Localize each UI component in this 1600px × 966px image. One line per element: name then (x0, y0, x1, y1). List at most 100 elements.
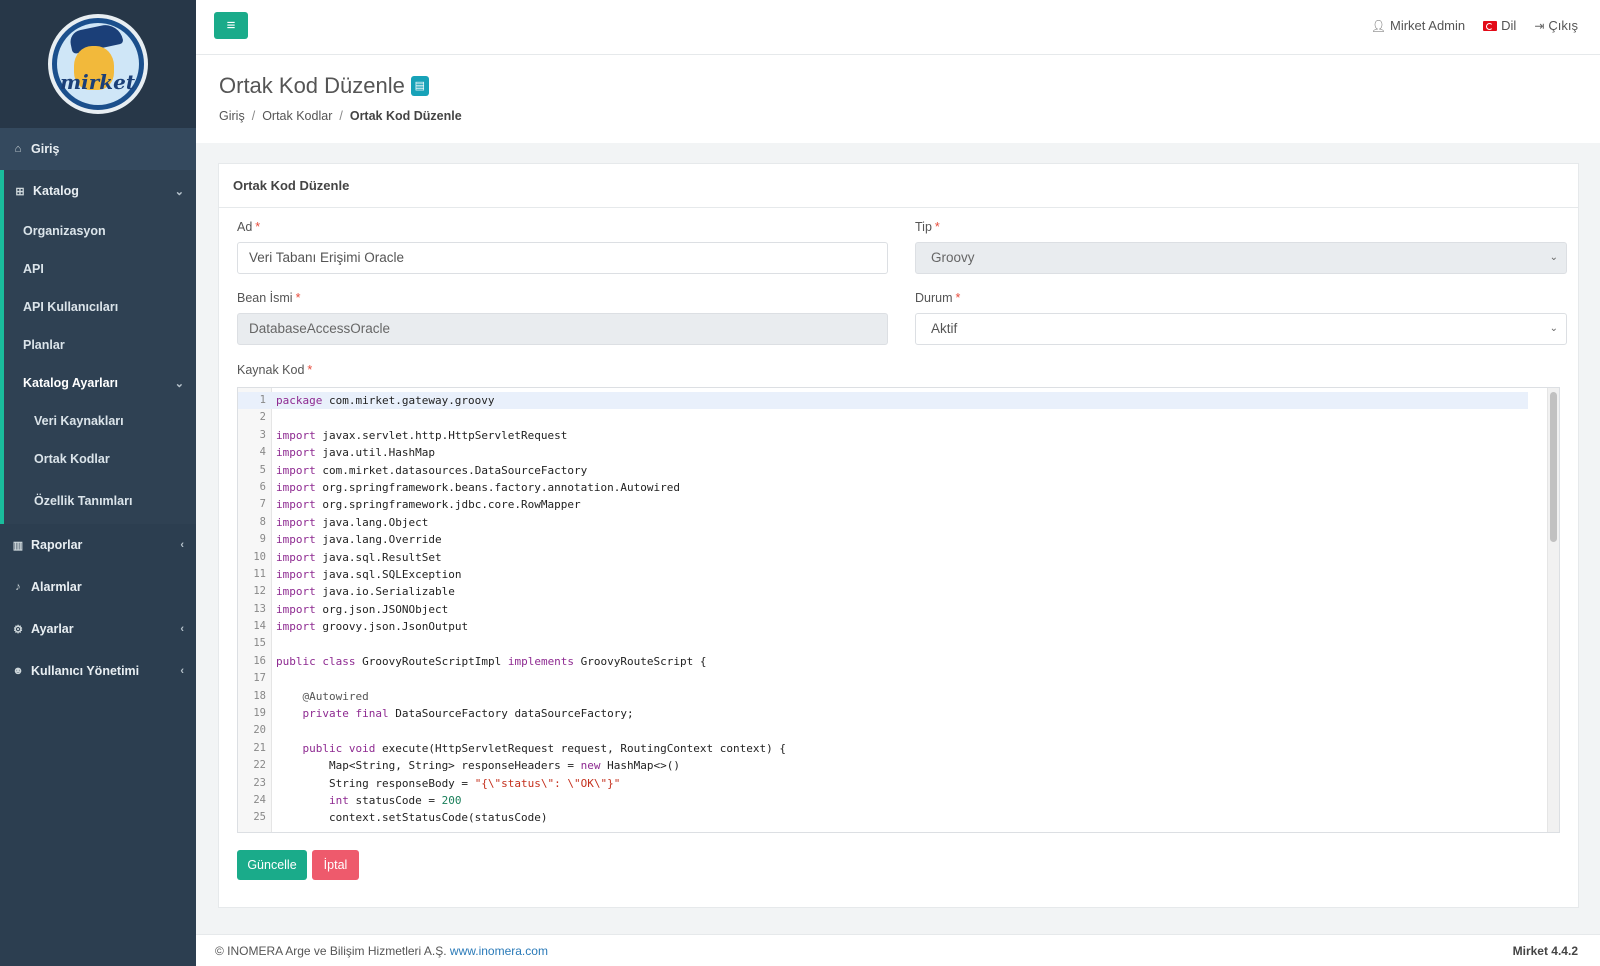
sidebar-item-label: Ayarlar (31, 622, 74, 636)
code-line[interactable]: 24 int statusCode = 200 (238, 792, 1528, 809)
code-line[interactable]: 17 (238, 670, 1528, 687)
sidebar-item-ayarlar[interactable]: ⚙ Ayarlar ‹ (0, 608, 196, 650)
sitemap-icon: ⊞ (15, 185, 25, 198)
sidebar-item-organizasyon[interactable]: Organizasyon (4, 212, 196, 250)
sidebar-item-katalog-ayarlari[interactable]: Katalog Ayarları ⌄ (4, 364, 196, 402)
line-number: 8 (259, 515, 266, 528)
name-input[interactable]: Veri Tabanı Erişimi Oracle (237, 242, 888, 274)
required-mark: * (295, 291, 301, 305)
chevron-left-icon: ‹ (180, 665, 184, 677)
bean-name-input[interactable]: DatabaseAccessOracle (237, 313, 888, 345)
code-line[interactable]: 16 public class GroovyRouteScriptImpl imp… (238, 653, 1528, 670)
line-number: 18 (253, 689, 266, 702)
code-line[interactable]: 25 context.setStatusCode(statusCode) (238, 809, 1528, 826)
sidebar-item-api[interactable]: API (4, 250, 196, 288)
sidebar-item-label: Kullanıcı Yönetimi (31, 664, 140, 678)
chevron-left-icon: ‹ (180, 623, 184, 635)
code-line[interactable]: 4 import java.util.HashMap (238, 444, 1528, 461)
bean-label-text: Bean İsmi (237, 291, 293, 305)
sidebar-item-label: Giriş (31, 142, 60, 156)
line-number: 4 (259, 446, 266, 459)
user-icon: 👤︎ (1370, 18, 1386, 33)
scrollbar-thumb[interactable] (1550, 392, 1557, 542)
type-select-value: Groovy (931, 250, 975, 265)
code-lines: 1 package com.mirket.gateway.groovy 2 3 impo… (238, 392, 1528, 827)
sidebar-item-alarmlar[interactable]: ♪ Alarmlar (0, 566, 196, 608)
code-line[interactable]: 20 (238, 722, 1528, 739)
line-number: 7 (259, 498, 266, 511)
code-line[interactable]: 22 Map<String, String> responseHeaders =… (238, 757, 1528, 774)
logout-label: Çıkış (1548, 18, 1578, 33)
code-line[interactable]: 11 import java.sql.SQLException (238, 566, 1528, 583)
menu-toggle-button[interactable]: ≡ (214, 12, 248, 39)
code-line[interactable]: 1 package com.mirket.gateway.groovy (238, 392, 1528, 410)
sidebar-item-ozellik-tanimlari[interactable]: Özellik Tanımları (4, 478, 196, 524)
code-text: public class GroovyRouteScriptImpl imple… (276, 654, 707, 668)
code-line[interactable]: 15 (238, 635, 1528, 652)
code-line[interactable]: 23 String responseBody = "{\"status\": \… (238, 775, 1528, 792)
cancel-button[interactable]: İptal (312, 850, 359, 880)
sidebar-item-ortak-kodlar[interactable]: Ortak Kodlar (4, 440, 196, 478)
footer: © INOMERA Arge ve Bilişim Hizmetleri A.Ş… (196, 934, 1600, 966)
code-text: import javax.servlet.http.HttpServletReq… (276, 428, 568, 442)
sidebar-item-katalog[interactable]: ⊞ Katalog ⌄ (4, 170, 196, 212)
code-line[interactable]: 2 (238, 409, 1528, 426)
user-menu[interactable]: 👤︎ Mirket Admin (1371, 18, 1465, 33)
mirket-logo[interactable]: mirket (48, 14, 148, 114)
code-line[interactable]: 3 import javax.servlet.http.HttpServletRe… (238, 427, 1528, 444)
name-label-text: Ad (237, 220, 253, 234)
breadcrumb-separator: / (251, 109, 256, 123)
source-code-label: Kaynak Kod * (237, 363, 312, 377)
code-line[interactable]: 5 import com.mirket.datasources.DataSourc… (238, 462, 1528, 479)
code-text: String responseBody = "{\"status\": \"OK… (276, 776, 621, 790)
sidebar-item-kullanici-yonetimi[interactable]: ☻ Kullanıcı Yönetimi ‹ (0, 650, 196, 692)
code-line[interactable]: 9 import java.lang.Override (238, 531, 1528, 548)
sidebar-item-veri-kaynaklari[interactable]: Veri Kaynakları (4, 402, 196, 440)
code-text: private final DataSourceFactory dataSour… (302, 707, 634, 721)
logout-link[interactable]: ⇥ Çıkış (1534, 18, 1578, 33)
code-line[interactable]: 21 public void execute(HttpServletReques… (238, 740, 1528, 757)
breadcrumb-giris[interactable]: Giriş (219, 109, 245, 123)
code-text: import java.io.Serializable (276, 585, 455, 599)
code-line[interactable]: 12 import java.io.Serializable (238, 583, 1528, 600)
update-button[interactable]: Güncelle (237, 850, 307, 880)
code-text: int statusCode = 200 (328, 793, 462, 807)
status-select[interactable]: Aktif ⌄ (915, 313, 1567, 345)
line-number: 21 (253, 741, 266, 754)
line-number: 11 (253, 567, 266, 580)
breadcrumb-current: Ortak Kod Düzenle (349, 109, 462, 123)
code-line[interactable]: 10 import java.sql.ResultSet (238, 549, 1528, 566)
line-number: 23 (253, 776, 266, 789)
code-text: Map<String, String> responseHeaders = ne… (276, 759, 680, 773)
code-line[interactable]: 13 import org.json.JSONObject (238, 601, 1528, 618)
sidebar-item-giris[interactable]: ⌂ Giriş (0, 128, 196, 170)
code-line[interactable]: 8 import java.lang.Object (238, 514, 1528, 531)
code-text: context.setStatusCode(statusCode) (276, 811, 548, 825)
chevron-down-icon: ⌄ (174, 377, 184, 390)
sidebar-item-planlar[interactable]: Planlar (4, 326, 196, 364)
line-number: 14 (253, 620, 266, 633)
sidebar-catalog-group: ⊞ Katalog ⌄ Organizasyon API API Kullanı… (0, 170, 196, 524)
code-text: import groovy.json.JsonOutput (276, 620, 469, 634)
code-line[interactable]: 6 import org.springframework.beans.factor… (238, 479, 1528, 496)
language-menu[interactable]: Dil (1483, 18, 1516, 33)
code-text: import java.lang.Object (276, 515, 429, 529)
editor-scrollbar[interactable] (1547, 388, 1559, 832)
type-select[interactable]: Groovy ⌄ (915, 242, 1567, 274)
type-label: Tip * (915, 220, 940, 234)
code-line[interactable]: 19 private final DataSourceFactory dataS… (238, 705, 1528, 722)
gears-icon: ⚙ (13, 623, 23, 636)
code-line[interactable]: 14 import groovy.json.JsonOutput (238, 618, 1528, 635)
edit-form-card: Ortak Kod Düzenle Ad * Veri Tabanı Erişim… (218, 163, 1579, 908)
breadcrumb-ortak-kodlar[interactable]: Ortak Kodlar (262, 109, 332, 123)
sidebar-item-api-kullanicilari[interactable]: API Kullanıcıları (4, 288, 196, 326)
code-editor[interactable]: 1 package com.mirket.gateway.groovy 2 3 impo… (237, 387, 1560, 833)
topbar: ≡ 👤︎ Mirket Admin Dil ⇥ Çıkış (196, 0, 1600, 55)
code-line[interactable]: 18 @Autowired (238, 688, 1528, 705)
company-link[interactable]: www.inomera.com (450, 944, 548, 958)
address-book-icon: ▤ (410, 76, 429, 96)
chevron-down-icon: ⌄ (1549, 252, 1558, 263)
home-icon: ⌂ (14, 143, 22, 155)
code-line[interactable]: 7 import org.springframework.jdbc.core.Ro… (238, 496, 1528, 513)
sidebar-item-raporlar[interactable]: ▥ Raporlar ‹ (0, 524, 196, 566)
